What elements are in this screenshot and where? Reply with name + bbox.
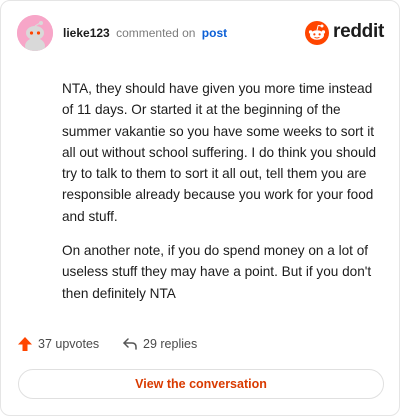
upvote-arrow-icon <box>18 337 32 351</box>
view-conversation-button[interactable]: View the conversation <box>18 369 384 399</box>
comment-header: lieke123 commented on post reddit <box>17 15 384 51</box>
reply-count: 29 replies <box>143 337 198 351</box>
username[interactable]: lieke123 <box>63 26 110 40</box>
upvote-count: 37 upvotes <box>38 337 100 351</box>
meta-action-text: commented on <box>116 26 196 40</box>
reddit-brand[interactable]: reddit <box>305 19 384 47</box>
brand-name: reddit <box>333 21 384 42</box>
comment-body: NTA, they should have given you more tim… <box>62 78 384 317</box>
post-link[interactable]: post <box>202 26 227 40</box>
comment-meta: lieke123 commented on post <box>63 26 227 40</box>
reply-arrow-icon <box>123 338 137 350</box>
upvote-button[interactable]: 37 upvotes <box>17 333 99 355</box>
avatar[interactable] <box>17 15 53 51</box>
comment-paragraph: NTA, they should have given you more tim… <box>62 81 377 224</box>
replies-button[interactable]: 29 replies <box>122 333 197 355</box>
comment-paragraph: On another note, if you do spend money o… <box>62 243 372 301</box>
reddit-logo-icon <box>305 21 329 45</box>
comment-card: lieke123 commented on post reddit NTA, t… <box>0 0 400 416</box>
snoo-avatar-icon <box>17 15 53 51</box>
